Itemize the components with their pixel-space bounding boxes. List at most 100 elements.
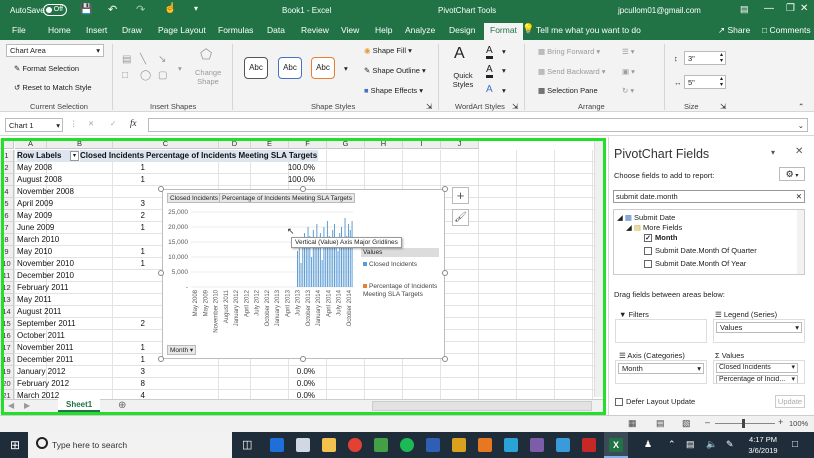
comments-button[interactable]: □ Comments — [762, 25, 811, 35]
app-icon[interactable] — [452, 438, 466, 452]
field-item-month-of-year[interactable]: Submit Date.Month Of Year — [644, 259, 746, 269]
app-icon[interactable] — [426, 438, 440, 452]
spotify-icon[interactable] — [400, 438, 414, 452]
volume-icon[interactable]: 🔈 — [706, 439, 717, 450]
collapse-ribbon-icon[interactable]: ⌃ — [798, 102, 804, 111]
tab-home[interactable]: Home — [48, 25, 71, 35]
show-hidden-icons[interactable]: ⌃ — [668, 439, 676, 450]
tell-me-input[interactable]: Tell me what you want to do — [536, 25, 641, 35]
clear-search-icon[interactable]: ✕ — [796, 192, 802, 201]
redo-icon[interactable]: ↷ — [136, 3, 145, 16]
chevron-down-icon[interactable]: ▾ — [502, 47, 506, 56]
field-item-month[interactable]: ✓ Month — [644, 233, 678, 243]
action-center-icon[interactable]: □ — [792, 439, 798, 450]
normal-view-icon[interactable]: ▦ — [628, 418, 637, 429]
customize-qat-icon[interactable]: ▾ — [194, 4, 198, 13]
autosave-toggle[interactable]: Off — [43, 4, 67, 16]
tab-format[interactable]: Format — [484, 23, 523, 40]
tab-analyze[interactable]: Analyze — [405, 25, 435, 35]
format-selection-button[interactable]: ✎ Format Selection — [14, 64, 79, 73]
more-shapes-icon[interactable]: ▾ — [178, 64, 182, 73]
zoom-level[interactable]: 100% — [789, 419, 808, 428]
undo-icon[interactable]: ↶ — [108, 3, 117, 16]
wordart-launcher-icon[interactable]: ⇲ — [512, 102, 518, 111]
checkbox-icon[interactable] — [644, 260, 652, 269]
checkbox-icon[interactable] — [615, 398, 623, 407]
shape-outline-button[interactable]: ✎ Shape Outline ▾ — [364, 66, 426, 75]
ribbon-display-icon[interactable]: ▤ — [740, 4, 749, 15]
group-icon[interactable]: ▣ ▾ — [622, 67, 635, 76]
excel-taskbar-button[interactable]: X — [604, 432, 628, 458]
app-icon[interactable] — [582, 438, 596, 452]
spinner-icon[interactable]: ▴ ▾ — [720, 76, 723, 88]
axis-drop-zone[interactable]: Month ▾ — [615, 360, 707, 384]
people-icon[interactable]: ♟ — [644, 439, 652, 450]
edge-icon[interactable] — [270, 438, 284, 452]
taskbar-search[interactable]: Type here to search — [28, 432, 232, 458]
shape-style-2[interactable]: Abc — [278, 57, 302, 79]
shape-styles-more-icon[interactable]: ▾ — [344, 64, 348, 73]
pane-options-icon[interactable]: ▾ — [771, 148, 775, 157]
clock-time[interactable]: 4:17 PM — [746, 435, 780, 444]
tab-data[interactable]: Data — [267, 25, 285, 35]
spinner-icon[interactable]: ▴ ▾ — [720, 52, 723, 64]
bring-forward-button[interactable]: ▦ Bring Forward ▾ — [538, 47, 600, 56]
values-drop-zone[interactable]: Closed Incidents ▾ Percentage of Incid...… — [713, 360, 805, 384]
checkbox-icon[interactable] — [644, 247, 652, 256]
shape-styles-launcher-icon[interactable]: ⇲ — [426, 102, 432, 111]
restore-icon[interactable]: ❐ — [786, 3, 795, 14]
legend-field-values[interactable]: Values ▾ — [716, 322, 802, 333]
chevron-down-icon[interactable]: ▾ — [502, 86, 506, 95]
field-list-settings-button[interactable]: ⚙ ▾ — [779, 167, 805, 181]
defer-layout-checkbox[interactable]: Defer Layout Update — [615, 397, 695, 407]
close-icon[interactable]: ✕ — [800, 3, 808, 14]
align-icon[interactable]: ☰ ▾ — [622, 47, 635, 56]
arrow-shape-icon[interactable]: ↘ — [158, 54, 166, 65]
rectangle-shape-icon[interactable]: □ — [122, 70, 128, 81]
expand-formula-icon[interactable]: ⌄ — [798, 121, 804, 130]
values-field-closed[interactable]: Closed Incidents ▾ — [716, 363, 798, 373]
tab-file[interactable]: File — [12, 25, 26, 35]
oval-shape-icon[interactable]: ◯ — [140, 70, 151, 81]
app-icon[interactable] — [504, 438, 518, 452]
height-input[interactable]: 3" ▴ ▾ — [684, 51, 726, 65]
cancel-icon[interactable]: ✕ — [88, 119, 94, 128]
touch-mode-icon[interactable]: ☝ — [164, 3, 176, 14]
quick-styles-button[interactable]: Quick Styles — [450, 71, 476, 89]
enter-icon[interactable]: ✓ — [110, 119, 116, 128]
tab-insert[interactable]: Insert — [86, 25, 107, 35]
app-icon[interactable] — [556, 438, 570, 452]
textbox-shape-icon[interactable]: ▤ — [122, 54, 131, 65]
file-explorer-icon[interactable] — [322, 438, 336, 452]
tree-root-submit-date[interactable]: ◢ ▦ Submit Date — [617, 213, 675, 222]
tab-formulas[interactable]: Formulas — [218, 25, 253, 35]
page-break-view-icon[interactable]: ▧ — [682, 418, 691, 429]
rotate-icon[interactable]: ↻ ▾ — [622, 86, 634, 95]
app-icon[interactable] — [478, 438, 492, 452]
name-box[interactable]: Chart 1 ▾ — [5, 118, 63, 132]
send-backward-button[interactable]: ▦ Send Backward ▾ — [538, 67, 606, 76]
text-effects-icon[interactable]: A — [486, 84, 493, 95]
zoom-in-icon[interactable]: + — [778, 417, 783, 427]
shape-style-1[interactable]: Abc — [244, 57, 268, 79]
tab-review[interactable]: Review — [301, 25, 329, 35]
task-view-icon[interactable]: ◫ — [242, 438, 252, 451]
tab-draw[interactable]: Draw — [122, 25, 142, 35]
formula-input[interactable]: ⌄ — [148, 118, 808, 132]
insert-function-icon[interactable]: fx — [130, 118, 137, 128]
clock-date[interactable]: 3/6/2019 — [746, 446, 780, 455]
zoom-slider-thumb[interactable] — [742, 419, 745, 428]
mail-icon[interactable] — [296, 438, 310, 452]
shape-style-3[interactable]: Abc — [311, 57, 335, 79]
save-icon[interactable]: 💾 — [80, 4, 92, 15]
page-layout-view-icon[interactable]: ▤ — [656, 418, 665, 429]
user-email[interactable]: jpcullom01@gmail.com — [618, 6, 701, 15]
tab-help[interactable]: Help — [375, 25, 392, 35]
axis-field-month[interactable]: Month ▾ — [618, 363, 704, 374]
share-button[interactable]: ↗ Share — [718, 25, 750, 36]
store-icon[interactable] — [374, 438, 388, 452]
field-search-input[interactable]: submit date.month ✕ — [613, 190, 805, 203]
checkbox-checked-icon[interactable]: ✓ — [644, 234, 652, 243]
change-shape-button[interactable]: Change Shape — [195, 68, 221, 86]
line-shape-icon[interactable]: ╲ — [140, 54, 146, 65]
